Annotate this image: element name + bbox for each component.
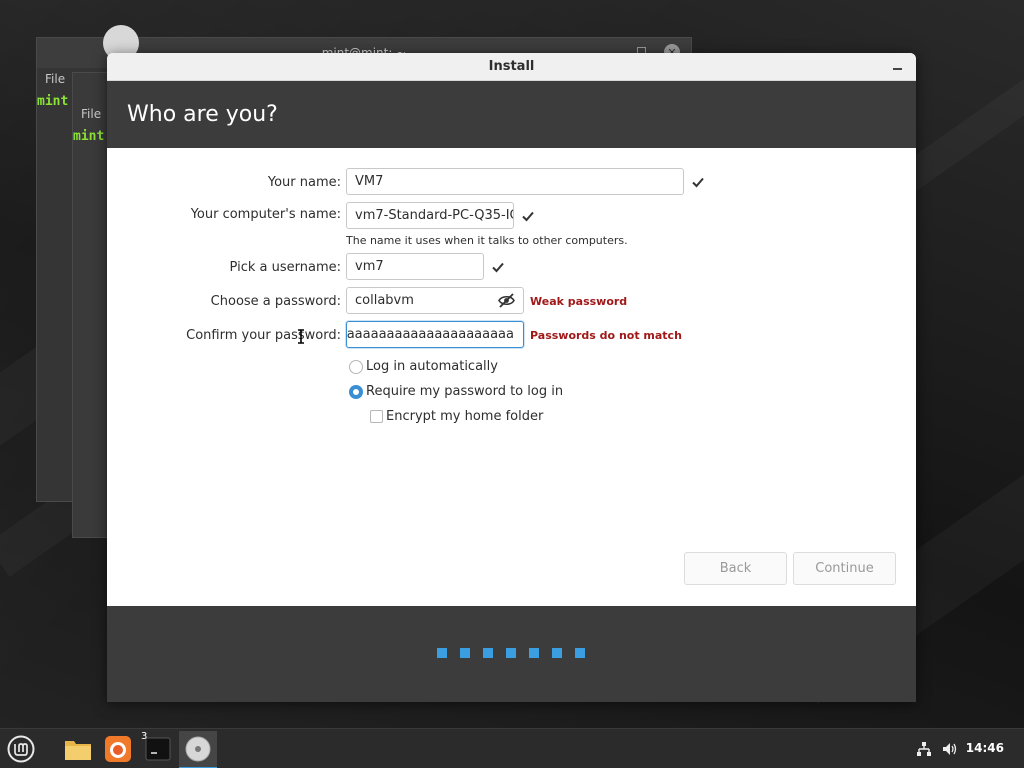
computer-name-input[interactable]: vm7-Standard-PC-Q35-IC xyxy=(346,202,514,229)
window-title: Install xyxy=(488,59,535,74)
password-strength-text: Weak password xyxy=(530,295,628,308)
login-automatically-label[interactable]: Log in automatically xyxy=(366,359,498,374)
confirm-password-value: aaaaaaaaaaaaaaaaaaaaaa xyxy=(346,327,514,342)
username-input[interactable]: vm7 xyxy=(346,253,484,280)
computer-name-label: Your computer's name: xyxy=(190,207,341,222)
mouse-ibeam-cursor-icon xyxy=(298,329,304,344)
terminal-prompt: mint xyxy=(73,129,105,144)
password-label: Choose a password: xyxy=(210,294,341,309)
username-label: Pick a username: xyxy=(229,260,341,275)
installer-titlebar[interactable]: Install xyxy=(107,53,916,81)
progress-step xyxy=(460,648,470,658)
require-password-radio[interactable] xyxy=(349,385,363,399)
computer-name-hint: The name it uses when it talks to other … xyxy=(346,234,628,247)
confirm-password-label: Confirm your password: xyxy=(186,328,341,343)
progress-step xyxy=(437,648,447,658)
username-valid-check-icon xyxy=(492,262,504,273)
terminal-icon[interactable]: 3 xyxy=(139,731,177,767)
computer-name-valid-check-icon xyxy=(522,211,534,222)
progress-step xyxy=(506,648,516,658)
name-valid-check-icon xyxy=(692,177,704,188)
minimize-icon[interactable] xyxy=(890,59,904,73)
require-password-label[interactable]: Require my password to log in xyxy=(366,384,563,399)
encrypt-home-checkbox[interactable] xyxy=(370,410,383,423)
page-heading-bar: Who are you? xyxy=(107,81,916,148)
network-icon[interactable] xyxy=(916,741,932,757)
terminal-prompt: mint xyxy=(37,94,69,109)
computer-name-value: vm7-Standard-PC-Q35-IC xyxy=(355,208,514,223)
progress-step xyxy=(552,648,562,658)
page-title: Who are you? xyxy=(127,102,278,127)
volume-icon[interactable] xyxy=(942,741,958,757)
installer-window: Install Who are you? Your name: VM7 Your… xyxy=(107,53,916,702)
name-input[interactable]: VM7 xyxy=(346,168,684,195)
username-value: vm7 xyxy=(355,259,384,274)
password-input[interactable]: collabvm xyxy=(346,287,524,314)
terminal-menu-file[interactable]: File xyxy=(81,107,101,121)
back-button[interactable]: Back xyxy=(684,552,787,585)
form-area: Your name: VM7 Your computer's name: vm7… xyxy=(107,148,916,606)
terminal-window-count: 3 xyxy=(141,731,148,742)
name-value: VM7 xyxy=(355,174,384,189)
encrypt-home-label[interactable]: Encrypt my home folder xyxy=(386,409,543,424)
password-value: collabvm xyxy=(355,293,414,308)
confirm-password-input[interactable]: aaaaaaaaaaaaaaaaaaaaaa xyxy=(346,321,524,348)
progress-step xyxy=(483,648,493,658)
files-icon[interactable] xyxy=(59,731,97,767)
taskbar: 3 14:46 xyxy=(0,728,1024,768)
hide-password-eye-icon[interactable] xyxy=(498,293,515,308)
terminal-menu-file[interactable]: File xyxy=(45,72,65,86)
progress-step xyxy=(575,648,585,658)
installer-disc-icon[interactable] xyxy=(179,731,217,768)
login-automatically-radio[interactable] xyxy=(349,360,363,374)
continue-button[interactable]: Continue xyxy=(793,552,896,585)
clock[interactable]: 14:46 xyxy=(966,741,1004,755)
installer-footer xyxy=(107,606,916,702)
name-label: Your name: xyxy=(267,175,341,190)
progress-indicator xyxy=(437,648,585,658)
password-mismatch-error: Passwords do not match xyxy=(530,329,682,342)
progress-step xyxy=(529,648,539,658)
firefox-icon[interactable] xyxy=(99,731,137,767)
mint-menu-icon[interactable] xyxy=(2,731,40,767)
